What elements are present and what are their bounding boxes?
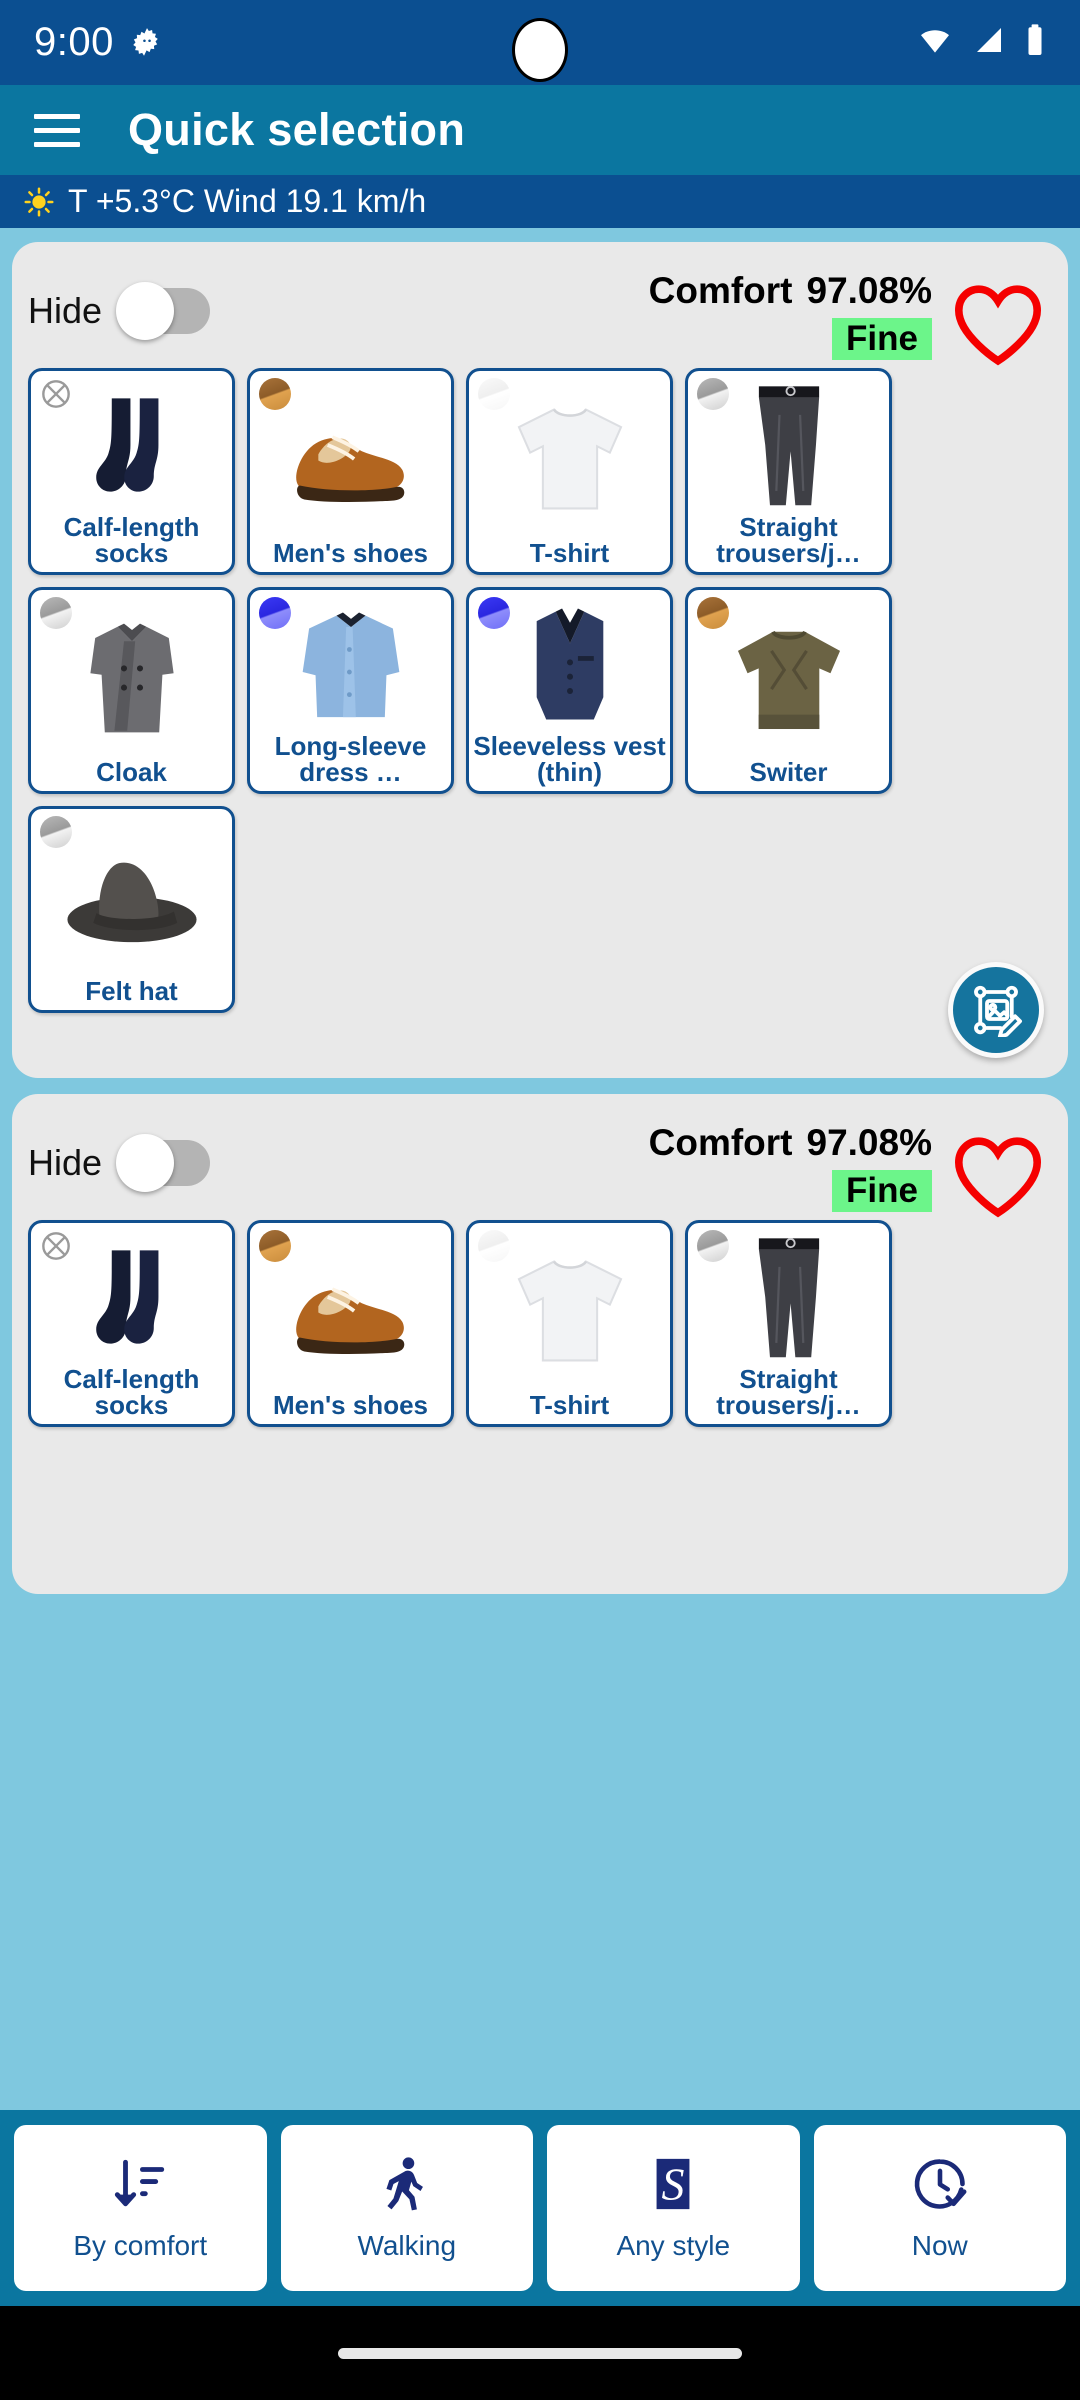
comfort-block: Comfort 97.08% Fine	[649, 1122, 932, 1212]
status-badge: Fine	[832, 1170, 932, 1212]
hide-control[interactable]: Hide	[28, 282, 211, 340]
outfit-list[interactable]: Hide Comfort 97.08% Fine Calf-length soc…	[0, 228, 1080, 2240]
comfort-value: 97.08%	[806, 270, 933, 311]
color-badge-gray	[40, 816, 72, 848]
circle-x-icon	[40, 1230, 72, 1262]
clothing-item[interactable]: Long-sleeve dress …	[247, 587, 454, 794]
gear-icon	[130, 26, 164, 60]
camera-punch-hole	[512, 18, 568, 82]
hide-toggle[interactable]	[116, 282, 211, 340]
app-bar: Quick selection	[0, 85, 1080, 175]
comfort-label: Comfort	[648, 1122, 793, 1163]
color-badge-gray	[697, 378, 729, 410]
heart-outline-icon[interactable]	[950, 1132, 1046, 1225]
image-edit-icon[interactable]	[948, 962, 1044, 1058]
hide-label: Hide	[28, 290, 103, 331]
color-badge-white	[478, 378, 510, 410]
walking-person-icon	[378, 2155, 436, 2218]
comfort-block: Comfort 97.08% Fine	[649, 270, 932, 360]
item-label: Calf-length socks	[63, 1363, 200, 1421]
status-icons	[916, 23, 1046, 62]
clothing-item[interactable]: T-shirt	[466, 1220, 673, 1427]
gesture-nav-bar[interactable]	[0, 2306, 1080, 2400]
comfort-label: Comfort	[648, 270, 793, 311]
sun-icon	[24, 186, 54, 217]
nav-by-comfort[interactable]: By comfort	[14, 2125, 267, 2291]
clothing-item[interactable]: Switer	[685, 587, 892, 794]
comfort-value: 97.08%	[806, 1122, 933, 1163]
item-label: Men's shoes	[272, 538, 428, 569]
clothing-item[interactable]: Men's shoes	[247, 1220, 454, 1427]
page-title: Quick selection	[128, 104, 466, 155]
color-badge-gray	[40, 597, 72, 629]
comfort-line: Comfort 97.08%	[649, 270, 932, 312]
hide-label: Hide	[28, 1142, 103, 1183]
hamburger-menu-icon[interactable]	[34, 113, 80, 147]
clothing-item[interactable]: T-shirt	[466, 368, 673, 575]
outfit-card: Hide Comfort 97.08% Fine Calf-length soc…	[12, 242, 1068, 1078]
item-label: T-shirt	[529, 538, 610, 569]
status-bar: 9:00	[0, 0, 1080, 85]
nav-label: By comfort	[73, 2229, 208, 2261]
color-badge-blue	[259, 597, 291, 629]
color-badge-brown	[259, 378, 291, 410]
heart-outline-icon[interactable]	[950, 280, 1046, 373]
circle-x-icon	[40, 378, 72, 410]
comfort-line: Comfort 97.08%	[649, 1122, 932, 1164]
clothing-item[interactable]: Felt hat	[28, 806, 235, 1013]
clothing-item[interactable]: Straight trousers/j…	[685, 1220, 892, 1427]
battery-icon	[1024, 23, 1046, 62]
outfit-header: Hide Comfort 97.08% Fine	[28, 258, 1052, 368]
clothing-item[interactable]: Straight trousers/j…	[685, 368, 892, 575]
hide-toggle[interactable]	[116, 1134, 211, 1192]
phone-screen: 9:00 Quick selection T +5.3°C Wind 19.1 …	[0, 0, 1080, 2400]
item-label: Long-sleeve dress …	[274, 730, 427, 788]
weather-bar: T +5.3°C Wind 19.1 km/h	[0, 175, 1080, 228]
hide-control[interactable]: Hide	[28, 1134, 211, 1192]
clothing-item[interactable]: Men's shoes	[247, 368, 454, 575]
item-label: Cloak	[96, 757, 167, 788]
nav-now[interactable]: Now	[813, 2125, 1066, 2291]
clock-check-icon	[911, 2155, 969, 2218]
style-s-icon: S	[644, 2155, 702, 2218]
nav-any-style[interactable]: S Any style	[547, 2125, 800, 2291]
clothing-item[interactable]: Sleeveless vest (thin)	[466, 587, 673, 794]
outfit-header: Hide Comfort 97.08% Fine	[28, 1110, 1052, 1220]
outfit-card: Hide Comfort 97.08% Fine Calf-length soc…	[12, 1094, 1068, 1594]
item-grid: Calf-length socks Men's shoes T-shirt St…	[28, 368, 1052, 1013]
clothing-item[interactable]: Calf-length socks	[28, 368, 235, 575]
svg-text:S: S	[662, 2158, 685, 2209]
bottom-nav: By comfort Walking S Any style Now	[0, 2110, 1080, 2306]
item-label: T-shirt	[529, 1390, 610, 1421]
item-label: Sleeveless vest (thin)	[473, 730, 666, 788]
color-badge-brown	[697, 597, 729, 629]
color-badge-gray	[697, 1230, 729, 1262]
color-badge-brown	[259, 1230, 291, 1262]
status-time: 9:00	[34, 20, 114, 64]
item-label: Switer	[749, 757, 828, 788]
color-badge-blue	[478, 597, 510, 629]
item-label: Straight trousers/j…	[716, 511, 861, 569]
wifi-icon	[916, 24, 954, 61]
gesture-pill	[338, 2347, 742, 2359]
nav-label: Walking	[357, 2229, 457, 2261]
item-label: Calf-length socks	[63, 511, 200, 569]
clothing-item[interactable]: Cloak	[28, 587, 235, 794]
item-label: Felt hat	[85, 976, 178, 1007]
status-badge: Fine	[832, 318, 932, 360]
color-badge-white	[478, 1230, 510, 1262]
clothing-item[interactable]: Calf-length socks	[28, 1220, 235, 1427]
item-label: Straight trousers/j…	[716, 1363, 861, 1421]
weather-text: T +5.3°C Wind 19.1 km/h	[68, 183, 427, 219]
sort-descending-icon	[111, 2155, 169, 2218]
nav-walking[interactable]: Walking	[280, 2125, 533, 2291]
nav-label: Any style	[616, 2229, 731, 2261]
item-label: Men's shoes	[272, 1390, 428, 1421]
item-grid: Calf-length socks Men's shoes T-shirt St…	[28, 1220, 1052, 1427]
nav-label: Now	[911, 2229, 968, 2261]
signal-icon	[972, 24, 1006, 61]
